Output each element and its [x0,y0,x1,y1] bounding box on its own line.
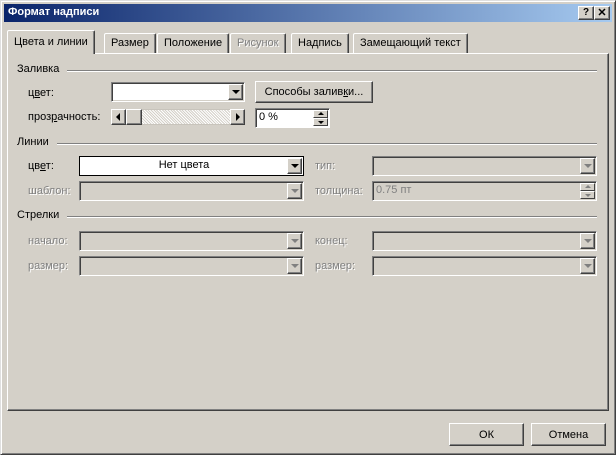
arrow-up-icon [318,112,324,115]
slider-thumb[interactable] [126,109,142,125]
arrow-end-size-combo [372,256,597,276]
format-textbox-dialog: Формат надписи ? ✕ Цвета и линии Размер … [0,0,616,455]
chevron-left-icon [116,113,120,121]
cancel-button[interactable]: Отмена [531,423,606,446]
arrow-begin-combo [79,231,304,251]
spin-up-button [580,183,595,191]
spin-down-button [580,191,595,199]
chevron-down-icon [291,189,299,193]
line-color-dropdown-button[interactable] [287,158,302,174]
arrow-end-size-label: размер: [315,260,356,272]
fill-effects-button[interactable]: Способы заливки... [255,81,373,103]
chevron-down-icon [291,164,299,168]
fill-color-dropdown-button[interactable] [228,84,243,100]
fill-color-label: цвет: [28,87,54,99]
tab-label: Замещающий текст [360,37,461,49]
line-pattern-label: шаблон: [28,185,71,197]
close-button[interactable]: ✕ [594,6,610,20]
tab-label: Рисунок [237,37,279,49]
chevron-down-icon [584,164,592,168]
tab-label: Положение [164,37,223,49]
fill-color-combo[interactable] [111,82,245,102]
line-type-dropdown-button [580,158,595,174]
tab-alt-text[interactable]: Замещающий текст [353,33,468,53]
slider-left-button[interactable] [111,109,126,125]
spin-up-button[interactable] [313,110,328,118]
arrow-begin-size-combo [79,256,304,276]
arrow-down-icon [585,194,591,197]
arrows-group-title: Стрелки [17,209,64,221]
transparency-label: прозрачность: [28,111,101,123]
line-pattern-combo [79,181,304,201]
ok-button[interactable]: ОК [449,423,524,446]
arrow-begin-size-label: размер: [28,260,69,272]
chevron-down-icon [584,264,592,268]
arrows-separator [67,216,597,218]
help-button[interactable]: ? [578,6,594,20]
spin-down-button[interactable] [313,118,328,126]
line-type-label: тип: [315,160,336,172]
chevron-right-icon [236,113,240,121]
help-icon: ? [582,7,590,18]
line-type-combo [372,156,597,176]
dialog-title: Формат надписи [8,6,100,18]
line-color-combo[interactable]: Нет цвета [79,156,304,176]
transparency-spinner[interactable]: 0 % [255,108,330,128]
arrow-begin-dropdown-button [287,233,302,249]
lines-group-title: Линии [17,136,53,148]
line-weight-label: толщина: [315,185,363,197]
arrow-down-icon [318,121,324,124]
transparency-value: 0 % [259,111,278,123]
line-weight-spinner: 0.75 пт [372,181,597,201]
tab-label: Цвета и линии [14,36,88,48]
arrow-end-size-dropdown-button [580,258,595,274]
tab-position[interactable]: Положение [157,33,230,53]
line-weight-value: 0.75 пт [376,184,412,196]
lines-separator [57,143,597,145]
chevron-down-icon [291,264,299,268]
arrow-end-dropdown-button [580,233,595,249]
arrow-begin-label: начало: [28,235,68,247]
arrow-begin-size-dropdown-button [287,258,302,274]
close-icon: ✕ [597,7,607,19]
tab-colors-and-lines[interactable]: Цвета и линии [7,30,95,54]
arrow-end-combo [372,231,597,251]
chevron-down-icon [232,90,240,94]
tab-picture: Рисунок [230,33,286,53]
chevron-down-icon [291,239,299,243]
arrow-up-icon [585,185,591,188]
line-pattern-dropdown-button [287,183,302,199]
chevron-down-icon [584,239,592,243]
line-color-label: цвет: [28,160,54,172]
tab-label: Размер [111,37,149,49]
title-bar[interactable]: Формат надписи ? ✕ [4,4,612,22]
slider-right-button[interactable] [230,109,245,125]
tab-size[interactable]: Размер [104,33,156,53]
tab-textbox[interactable]: Надпись [291,33,349,53]
fill-group-title: Заливка [17,63,64,75]
fill-separator [67,70,597,72]
tab-label: Надпись [298,37,342,49]
line-color-value: Нет цвета [158,159,210,171]
transparency-slider[interactable] [111,109,245,125]
arrow-end-label: конец: [315,235,348,247]
